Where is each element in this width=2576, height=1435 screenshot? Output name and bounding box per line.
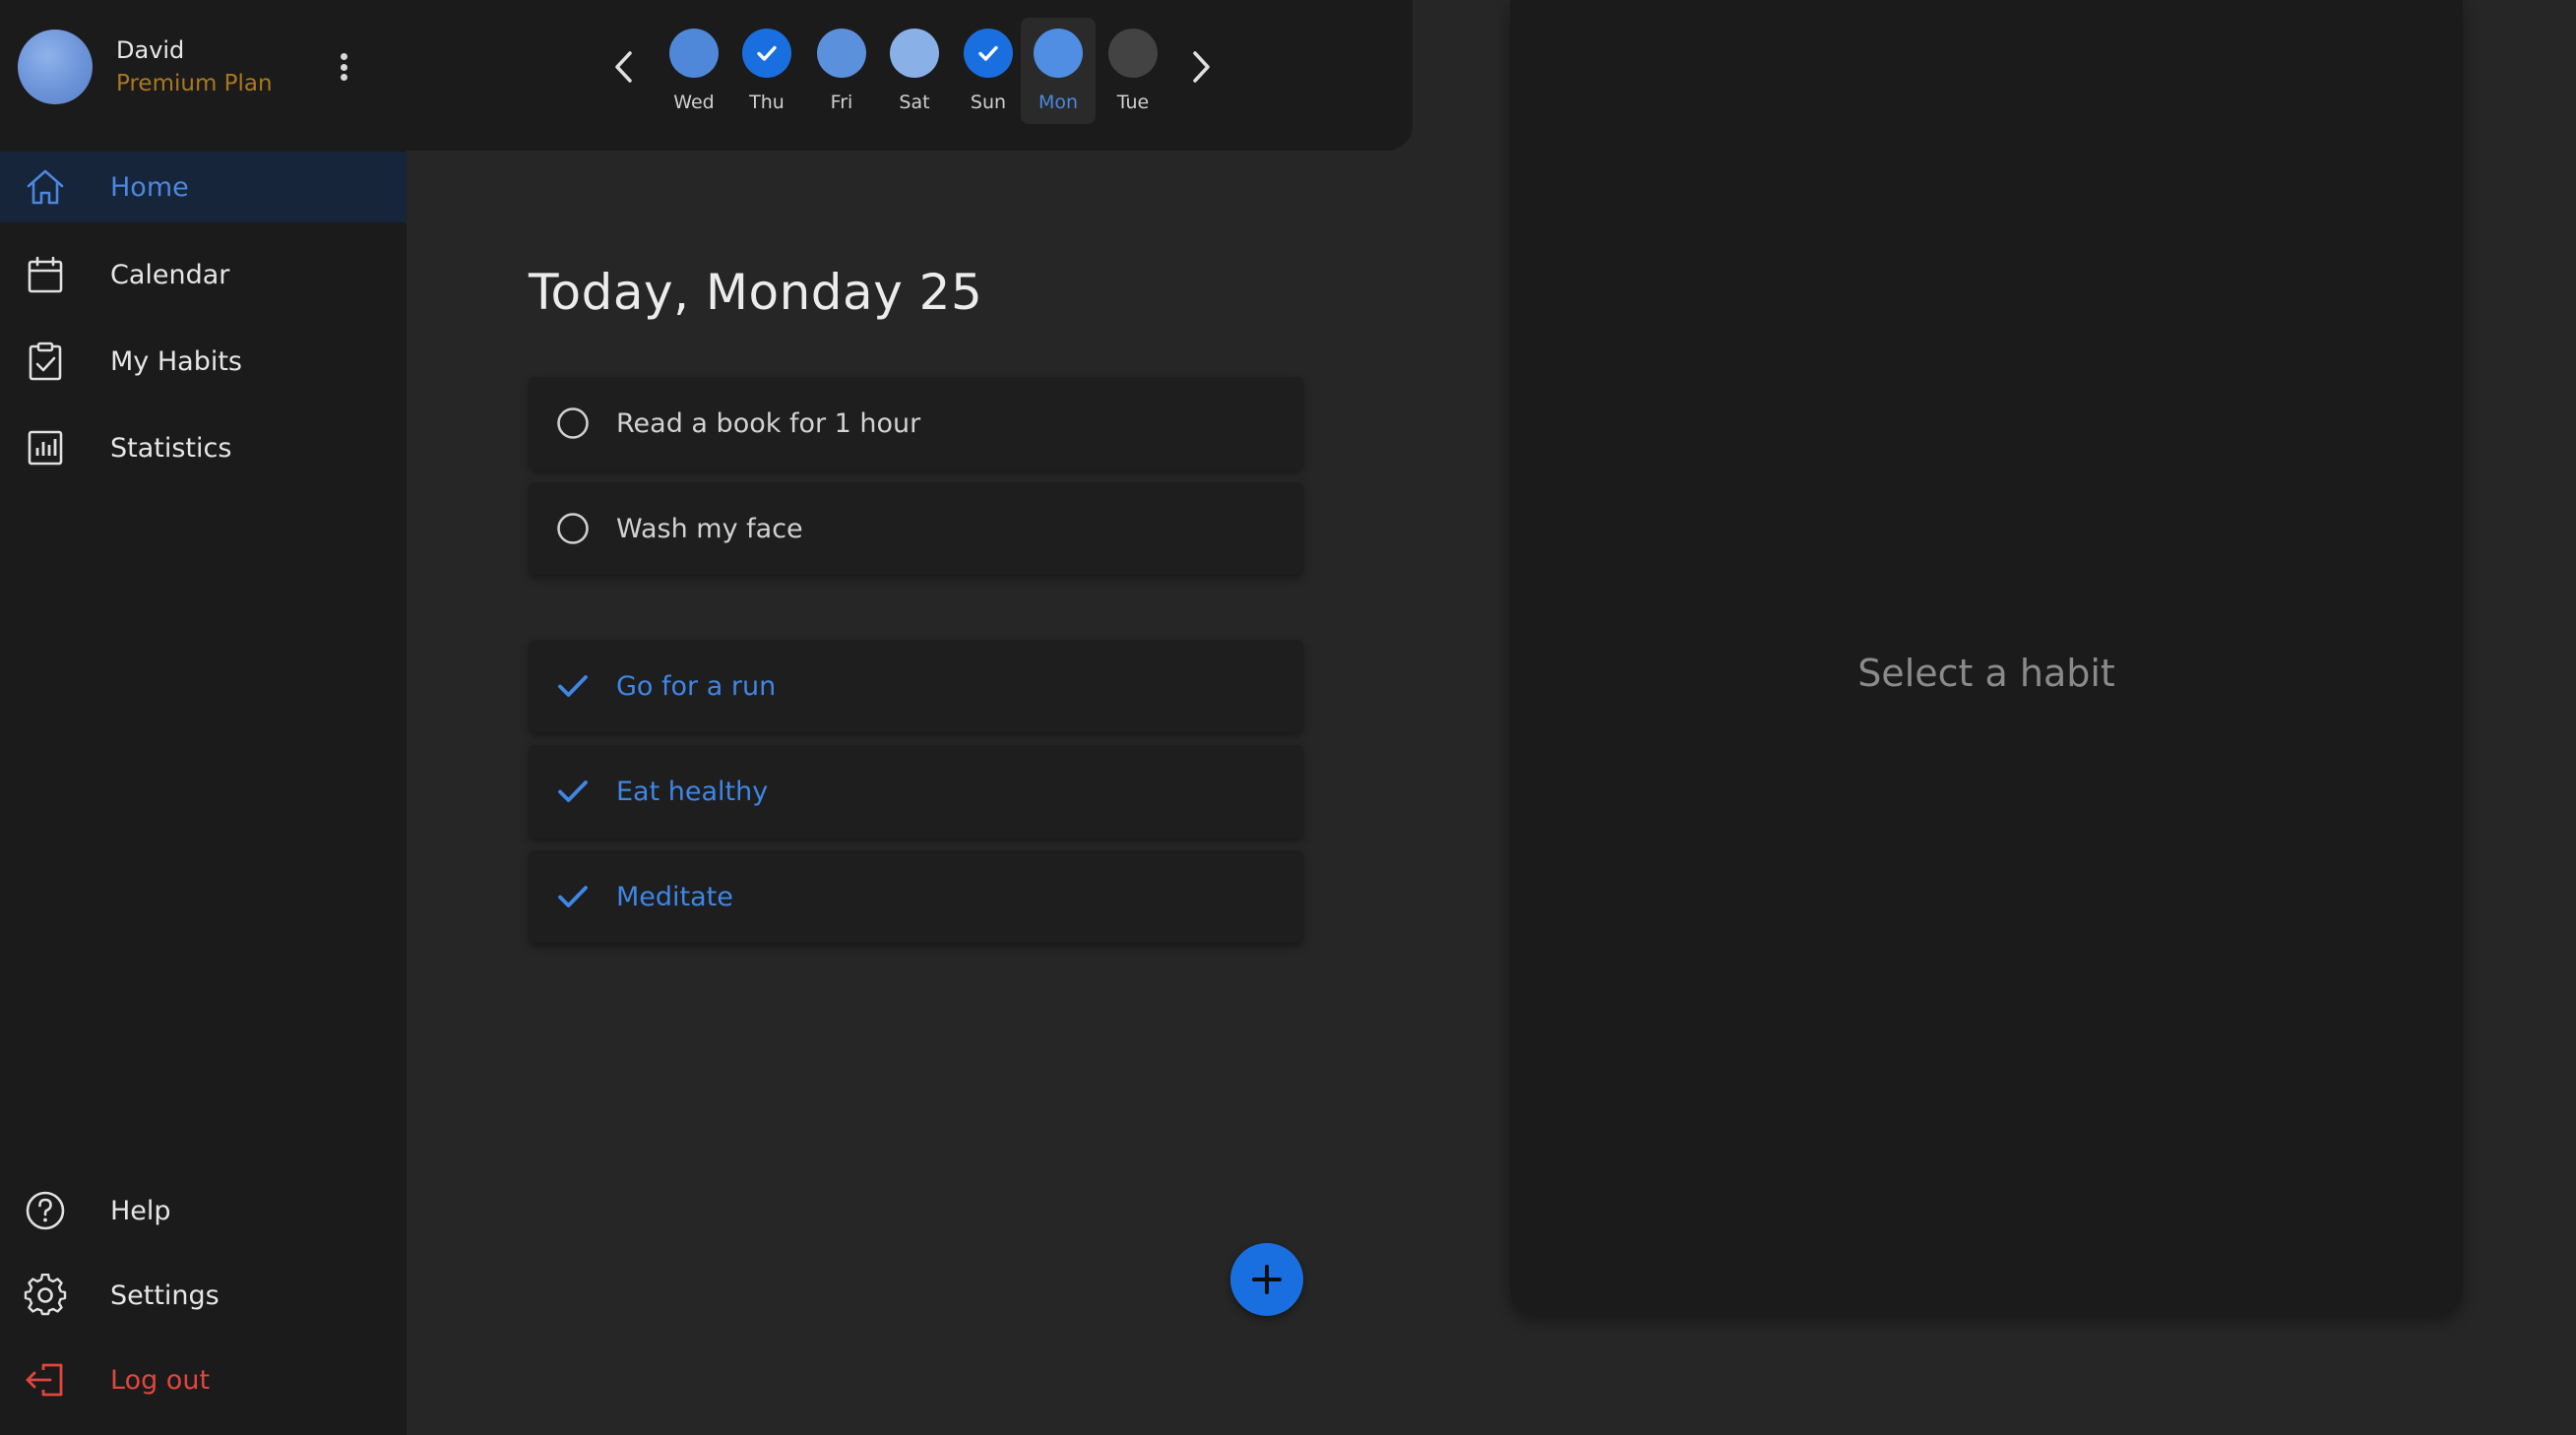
sidebar-item-label: Settings	[110, 1279, 220, 1311]
sidebar-item-label: Home	[110, 171, 189, 203]
check-icon[interactable]	[554, 878, 592, 915]
sidebar: Home Calendar My Habits Statistics Help	[0, 151, 407, 1435]
habit-detail-panel: Select a habit	[1510, 0, 2463, 1315]
user-profile[interactable]: David Premium Plan	[18, 30, 273, 104]
user-name: David	[116, 36, 185, 64]
day-label: Sun	[970, 92, 1007, 113]
day-label: Mon	[1037, 92, 1079, 113]
check-icon[interactable]	[554, 773, 592, 810]
day-sun[interactable]: Sun	[951, 18, 1026, 124]
habit-name: Meditate	[616, 881, 733, 912]
day-progress-circle	[669, 29, 719, 78]
day-label: Sat	[899, 92, 930, 113]
habit-name: Read a book for 1 hour	[616, 407, 921, 439]
habit-card[interactable]: Meditate	[529, 850, 1303, 943]
help-icon	[24, 1189, 67, 1232]
avatar[interactable]	[18, 30, 93, 104]
sidebar-item-home[interactable]: Home	[0, 152, 407, 222]
sidebar-item-calendar[interactable]: Calendar	[0, 239, 407, 310]
add-habit-button[interactable]	[1230, 1243, 1303, 1316]
habit-card[interactable]: Wash my face	[529, 482, 1303, 575]
day-fri[interactable]: Fri	[804, 18, 879, 124]
empty-state-text: Select a habit	[1857, 652, 2115, 695]
more-options-icon[interactable]	[330, 47, 357, 87]
home-icon	[24, 165, 67, 209]
chevron-right-icon[interactable]	[1181, 43, 1221, 91]
habit-name: Wash my face	[616, 513, 803, 544]
sidebar-item-label: My Habits	[110, 345, 242, 377]
logout-icon	[24, 1358, 67, 1402]
clipboard-check-icon	[24, 340, 67, 383]
check-icon[interactable]	[554, 667, 592, 705]
habit-name: Eat healthy	[616, 776, 769, 807]
day-label: Wed	[673, 92, 715, 113]
sidebar-item-label: Help	[110, 1195, 171, 1226]
user-plan: Premium Plan	[116, 71, 273, 96]
day-progress-circle	[964, 29, 1013, 78]
check-icon	[978, 45, 998, 61]
day-thu[interactable]: Thu	[729, 18, 804, 124]
day-label: Thu	[749, 92, 785, 113]
day-sat[interactable]: Sat	[877, 18, 952, 124]
check-icon	[757, 45, 777, 61]
day-label: Tue	[1116, 92, 1150, 113]
day-progress-circle	[890, 29, 939, 78]
app-root: David Premium Plan Wed Thu Fri Sat Sun M…	[0, 0, 2576, 1435]
day-wed[interactable]: Wed	[657, 18, 731, 124]
sidebar-item-logout[interactable]: Log out	[0, 1344, 407, 1415]
profile-text: David Premium Plan	[116, 33, 273, 100]
top-header: David Premium Plan Wed Thu Fri Sat Sun M…	[0, 0, 1413, 151]
bar-chart-icon	[24, 426, 67, 469]
day-progress-circle	[817, 29, 866, 78]
habit-card[interactable]: Eat healthy	[529, 745, 1303, 838]
sidebar-item-help[interactable]: Help	[0, 1175, 407, 1246]
habit-card[interactable]: Read a book for 1 hour	[529, 377, 1303, 469]
day-progress-circle	[742, 29, 791, 78]
page-title: Today, Monday 25	[529, 264, 983, 321]
sidebar-item-label: Log out	[110, 1364, 211, 1396]
calendar-icon	[24, 253, 67, 296]
sidebar-item-label: Calendar	[110, 259, 230, 290]
habit-card[interactable]: Go for a run	[529, 640, 1303, 732]
unchecked-circle-icon[interactable]	[554, 510, 592, 547]
sidebar-item-my-habits[interactable]: My Habits	[0, 326, 407, 397]
unchecked-circle-icon[interactable]	[554, 405, 592, 442]
habit-name: Go for a run	[616, 670, 777, 702]
plus-icon	[1252, 1265, 1282, 1294]
sidebar-item-settings[interactable]: Settings	[0, 1260, 407, 1331]
day-label: Fri	[830, 92, 853, 113]
day-tue[interactable]: Tue	[1096, 18, 1170, 124]
gear-icon	[24, 1273, 67, 1317]
day-progress-circle	[1034, 29, 1083, 78]
day-progress-circle	[1108, 29, 1158, 78]
sidebar-item-label: Statistics	[110, 432, 232, 464]
chevron-left-icon[interactable]	[604, 43, 644, 91]
day-mon[interactable]: Mon	[1021, 18, 1096, 124]
sidebar-item-statistics[interactable]: Statistics	[0, 412, 407, 483]
